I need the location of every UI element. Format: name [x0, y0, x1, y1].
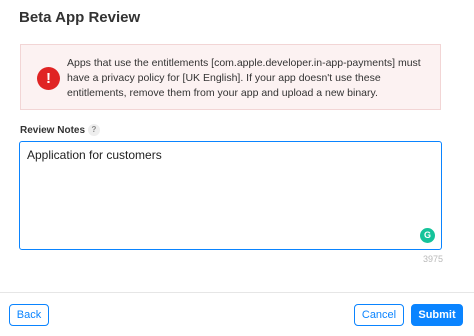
- beta-app-review-dialog: Beta App Review ! Apps that use the enti…: [0, 0, 474, 336]
- footer-divider: [0, 292, 474, 293]
- submit-button[interactable]: Submit: [411, 304, 463, 326]
- review-notes-label: Review Notes: [20, 125, 86, 136]
- exclamation-icon: !: [37, 67, 60, 90]
- dialog-title: Beta App Review: [19, 9, 141, 26]
- character-count: 3975: [422, 254, 443, 264]
- cancel-button[interactable]: Cancel: [354, 304, 404, 326]
- back-button[interactable]: Back: [9, 304, 49, 326]
- privacy-policy-alert: ! Apps that use the entitlements [com.ap…: [20, 44, 441, 110]
- review-notes-textarea[interactable]: Application for customers: [19, 141, 442, 250]
- alert-message: Apps that use the entitlements [com.appl…: [67, 57, 421, 99]
- help-icon[interactable]: ?: [88, 124, 100, 136]
- grammarly-icon[interactable]: G: [420, 228, 435, 243]
